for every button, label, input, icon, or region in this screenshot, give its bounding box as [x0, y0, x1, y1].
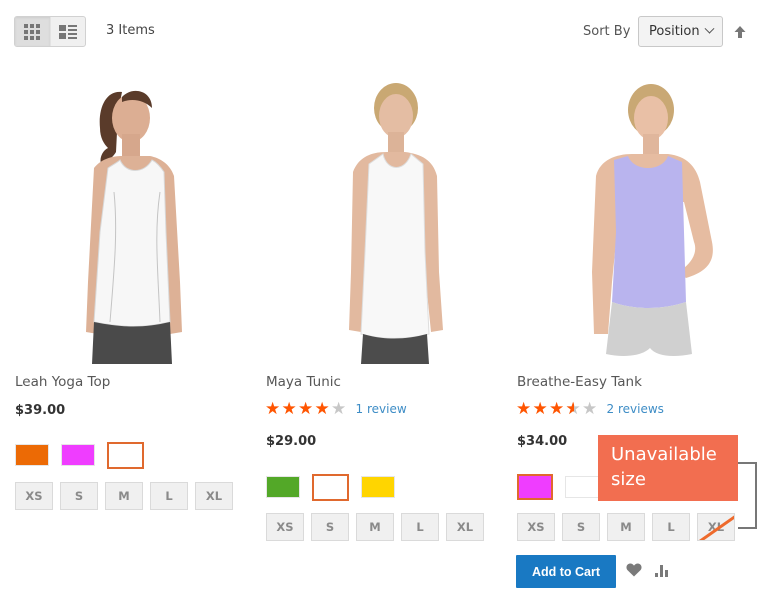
products-toolbar: 3 Items Sort By Position — [0, 0, 768, 62]
product-rating: ★ ★ ★ ★ ★ 1 review — [265, 400, 407, 418]
size-option-s[interactable]: S — [562, 513, 600, 541]
view-mode-switch — [14, 16, 86, 47]
add-to-cart-button[interactable]: Add to Cart — [516, 555, 616, 588]
size-option-s[interactable]: S — [311, 513, 349, 541]
size-options: XS S M L XL — [266, 513, 484, 541]
callout-line-2: size — [611, 469, 646, 490]
product-photo-maya — [349, 83, 443, 364]
star-icon: ★ — [314, 399, 330, 419]
product-photo-breathe-easy — [592, 84, 713, 356]
product-rating: ★ ★ ★ ★ ★ 2 reviews — [516, 400, 664, 418]
callout-line-1: Unavailable — [611, 444, 717, 465]
list-icon — [58, 24, 77, 39]
grid-icon — [24, 23, 41, 40]
size-option-xs[interactable]: XS — [517, 513, 555, 541]
color-swatch-magenta[interactable] — [61, 444, 95, 466]
product-image[interactable] — [265, 72, 510, 364]
size-option-xs[interactable]: XS — [266, 513, 304, 541]
product-image[interactable] — [14, 72, 259, 364]
size-option-xl[interactable]: XL — [446, 513, 484, 541]
star-half-icon: ★ — [566, 400, 583, 418]
rating-stars: ★ ★ ★ ★ ★ — [516, 400, 599, 418]
product-item: Maya Tunic ★ ★ ★ ★ ★ 1 review $29.00 XS … — [265, 72, 510, 541]
product-price: $39.00 — [15, 403, 66, 418]
color-swatch-orange[interactable] — [15, 444, 49, 466]
star-icon: ★ — [549, 399, 565, 419]
color-swatches — [15, 442, 144, 469]
product-name[interactable]: Breathe-Easy Tank — [517, 374, 642, 390]
items-count: 3 Items — [106, 23, 155, 38]
star-icon: ★ — [532, 399, 548, 419]
color-swatch-yellow[interactable] — [361, 476, 395, 498]
product-price: $29.00 — [266, 434, 317, 449]
unavailable-size-callout: Unavailable size — [598, 435, 738, 501]
product-name[interactable]: Leah Yoga Top — [15, 374, 110, 390]
sort-by-select[interactable]: Position — [638, 16, 723, 47]
sort-by-value: Position — [649, 24, 700, 39]
star-icon: ★ — [281, 399, 297, 419]
callout-connector — [738, 462, 757, 529]
size-option-m[interactable]: M — [105, 482, 143, 510]
star-empty-icon: ★ — [582, 399, 598, 419]
star-icon: ★ — [516, 399, 532, 419]
compare-icon[interactable] — [654, 563, 670, 577]
size-option-l[interactable]: L — [401, 513, 439, 541]
size-option-m[interactable]: M — [607, 513, 645, 541]
chevron-down-icon — [704, 23, 715, 34]
size-option-xs[interactable]: XS — [15, 482, 53, 510]
product-photo-leah — [86, 90, 182, 364]
color-swatch-white-selected[interactable] — [312, 474, 349, 501]
color-swatch-white[interactable] — [565, 476, 599, 498]
star-empty-icon: ★ — [331, 399, 347, 419]
product-image[interactable] — [516, 72, 761, 364]
product-price: $34.00 — [517, 434, 568, 449]
heart-icon[interactable] — [626, 563, 642, 577]
reviews-link[interactable]: 2 reviews — [607, 402, 664, 416]
grid-view-button[interactable] — [15, 17, 50, 46]
size-option-m[interactable]: M — [356, 513, 394, 541]
size-options: XS S M L XL — [15, 482, 233, 510]
sort-by-label: Sort By — [583, 24, 631, 39]
size-option-s[interactable]: S — [60, 482, 98, 510]
size-option-xl[interactable]: XL — [195, 482, 233, 510]
list-view-button[interactable] — [49, 17, 85, 46]
arrow-up-icon[interactable] — [733, 25, 747, 39]
color-swatch-white-selected[interactable] — [107, 442, 144, 469]
product-name[interactable]: Maya Tunic — [266, 374, 341, 390]
color-swatch-green[interactable] — [266, 476, 300, 498]
color-swatch-magenta-selected[interactable] — [517, 474, 553, 500]
color-swatches — [266, 474, 395, 501]
size-option-l[interactable]: L — [150, 482, 188, 510]
star-icon: ★ — [298, 399, 314, 419]
size-option-xl-unavailable[interactable]: XL — [697, 513, 735, 541]
product-item: Breathe-Easy Tank ★ ★ ★ ★ ★ 2 reviews $3… — [516, 72, 761, 588]
product-item: Leah Yoga Top $39.00 XS S M L XL — [14, 72, 259, 510]
size-option-l[interactable]: L — [652, 513, 690, 541]
reviews-link[interactable]: 1 review — [356, 402, 407, 416]
rating-stars: ★ ★ ★ ★ ★ — [265, 400, 348, 418]
star-icon: ★ — [265, 399, 281, 419]
size-options: XS S M L XL — [517, 513, 735, 541]
